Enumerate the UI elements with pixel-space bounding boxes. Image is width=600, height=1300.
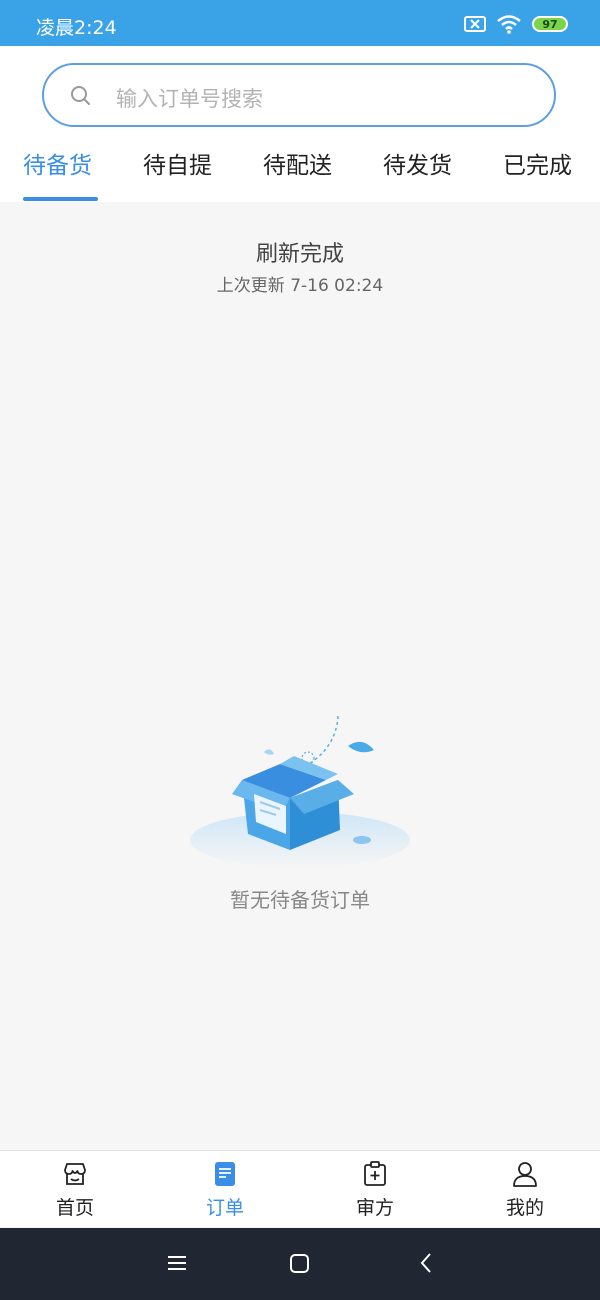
- search-input[interactable]: 输入订单号搜索: [42, 63, 556, 127]
- tabbar-orders[interactable]: 订单: [150, 1151, 300, 1227]
- status-icons: 97: [464, 14, 568, 34]
- refresh-timestamp: 上次更新 7-16 02:24: [216, 276, 384, 296]
- home-button-icon[interactable]: [289, 1250, 311, 1276]
- tabbar-prescription-label: 审方: [355, 1197, 394, 1219]
- status-time: 凌晨2:24: [36, 17, 117, 39]
- tabbar-profile-label: 我的: [505, 1197, 544, 1219]
- empty-state-text: 暂无待备货订单: [230, 888, 370, 912]
- order-icon: [215, 1162, 235, 1186]
- tab-completed[interactable]: 已完成: [503, 146, 572, 180]
- empty-box-illustration: [190, 715, 410, 868]
- refresh-title: 刷新完成: [255, 242, 344, 267]
- user-icon: [513, 1162, 537, 1187]
- tabbar-home-label: 首页: [55, 1197, 94, 1219]
- prescription-icon: [364, 1161, 386, 1186]
- bottom-tab-bar: 首页 订单 审方 我的: [0, 1150, 600, 1227]
- tab-pending-delivery[interactable]: 待配送: [263, 146, 332, 180]
- battery-indicator: 97: [532, 16, 568, 32]
- back-icon[interactable]: [416, 1250, 438, 1276]
- search-placeholder: 输入订单号搜索: [116, 87, 263, 111]
- store-icon: [64, 1163, 86, 1185]
- tab-pending-stock[interactable]: 待备货: [23, 146, 92, 180]
- menu-icon[interactable]: [166, 1250, 188, 1276]
- sim-off-icon: [464, 16, 486, 32]
- tabbar-orders-label: 订单: [205, 1197, 244, 1219]
- order-status-tabs: 待备货 待自提 待配送 待发货 已完成: [0, 142, 600, 202]
- active-tab-indicator: [23, 197, 98, 201]
- status-bar: 凌晨2:24 97: [0, 0, 600, 46]
- tab-pending-pickup[interactable]: 待自提: [143, 146, 212, 180]
- wifi-icon: [497, 15, 521, 34]
- search-icon: [71, 86, 90, 105]
- tabbar-profile[interactable]: 我的: [450, 1151, 600, 1227]
- tab-pending-shipping[interactable]: 待发货: [383, 146, 452, 180]
- tabbar-prescription[interactable]: 审方: [300, 1151, 450, 1227]
- header: 输入订单号搜索 待备货 待自提 待配送 待发货 已完成: [0, 46, 600, 202]
- system-nav-bar: [0, 1228, 600, 1300]
- tabbar-home[interactable]: 首页: [0, 1151, 150, 1227]
